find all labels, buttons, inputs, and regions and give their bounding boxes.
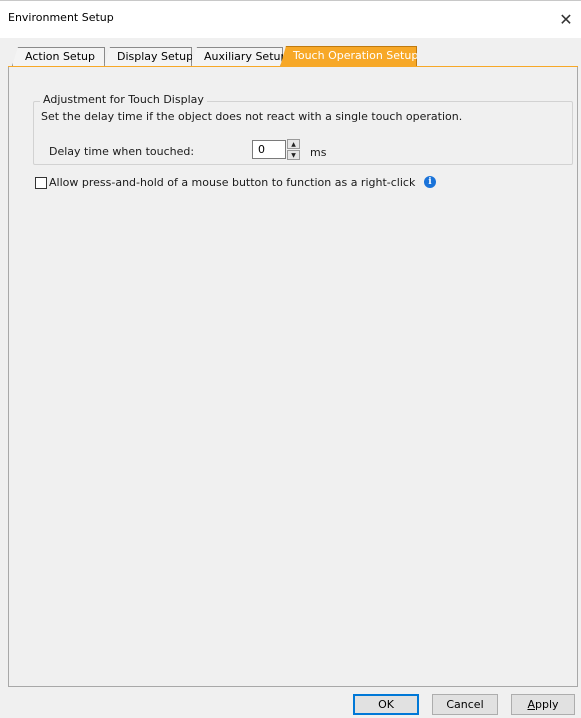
delay-time-input[interactable] <box>252 140 286 159</box>
triangle-down-icon: ▼ <box>291 151 296 159</box>
apply-button[interactable]: Apply <box>511 694 575 715</box>
close-icon: ✕ <box>559 9 573 29</box>
apply-label-rest: pply <box>535 698 559 711</box>
close-button[interactable]: ✕ <box>551 1 581 37</box>
spin-down-button[interactable]: ▼ <box>287 150 300 160</box>
tab-label: Display Setup <box>117 50 194 63</box>
spin-up-button[interactable]: ▲ <box>287 139 300 149</box>
title-bar: Environment Setup ✕ <box>0 0 581 38</box>
tab-touch-operation-setup[interactable]: Touch Operation Setup <box>280 46 417 67</box>
ok-button[interactable]: OK <box>353 694 419 715</box>
delay-time-label: Delay time when touched: <box>49 145 195 158</box>
apply-accelerator: A <box>527 698 535 711</box>
tab-strip: Action Setup Display Setup Auxiliary Set… <box>8 43 578 69</box>
triangle-up-icon: ▲ <box>291 140 296 148</box>
cancel-button[interactable]: Cancel <box>432 694 498 715</box>
window-title: Environment Setup <box>8 11 114 24</box>
group-legend: Adjustment for Touch Display <box>40 93 207 106</box>
right-click-label[interactable]: Allow press-and-hold of a mouse button t… <box>49 176 415 189</box>
group-description: Set the delay time if the object does no… <box>41 110 463 123</box>
right-click-checkbox[interactable] <box>35 177 47 189</box>
tab-label: Touch Operation Setup <box>293 49 419 62</box>
info-icon[interactable]: i <box>424 176 436 188</box>
tab-label: Auxiliary Setup <box>204 50 288 63</box>
tab-action-setup[interactable]: Action Setup <box>12 47 105 66</box>
delay-time-spinner: ▲ ▼ <box>287 139 300 160</box>
tab-auxiliary-setup[interactable]: Auxiliary Setup <box>191 47 283 66</box>
tab-label: Action Setup <box>25 50 95 63</box>
tab-display-setup[interactable]: Display Setup <box>104 47 192 66</box>
delay-unit: ms <box>310 146 327 159</box>
